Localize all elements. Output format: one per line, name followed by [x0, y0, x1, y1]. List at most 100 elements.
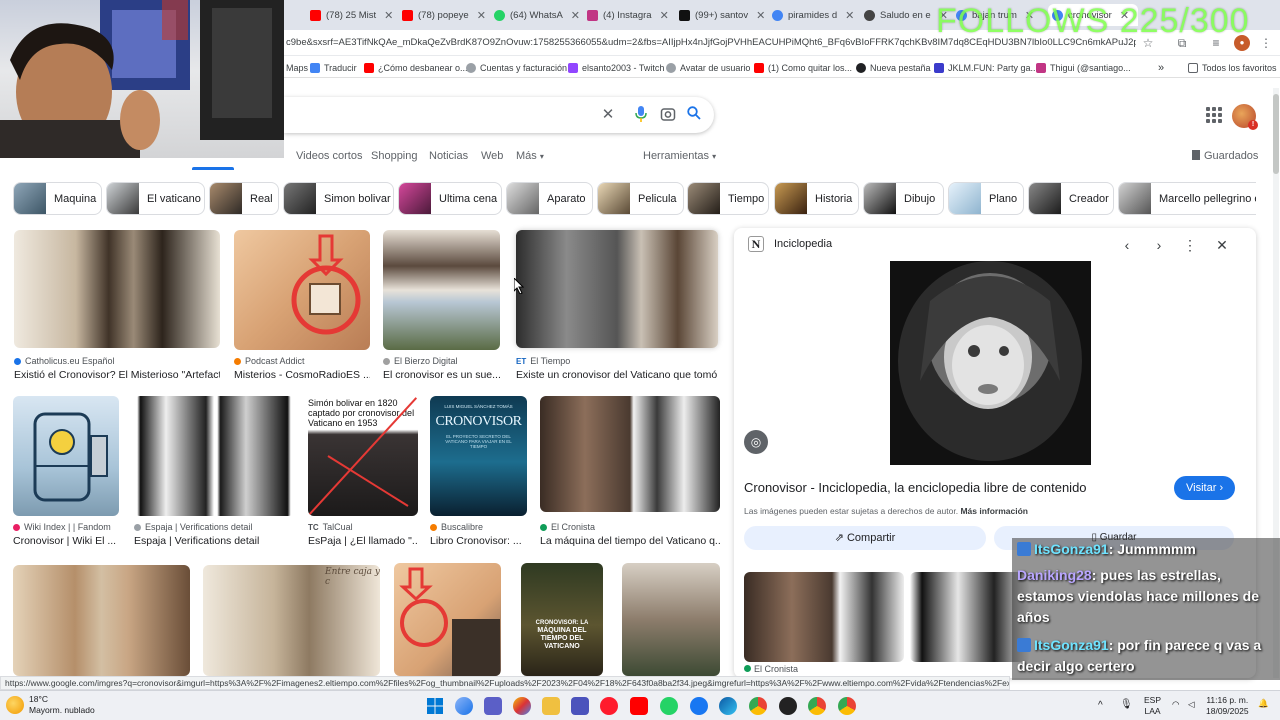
- scrollbar-thumb[interactable]: [1273, 94, 1279, 174]
- browser-tab[interactable]: (78) popeye ✕: [402, 4, 490, 26]
- search-taskbar-icon[interactable]: [455, 697, 473, 715]
- result-thumbnail[interactable]: [394, 563, 501, 676]
- filter-chip[interactable]: Creador: [1028, 182, 1114, 215]
- filter-chip[interactable]: Aparato: [506, 182, 593, 215]
- browser-tab[interactable]: (78) 25 Mist ✕: [310, 4, 398, 26]
- browser-tab[interactable]: piramides d ✕: [772, 4, 860, 26]
- tray-overflow-icon[interactable]: ^: [1098, 700, 1103, 711]
- result-thumbnail[interactable]: [540, 396, 720, 512]
- obs-icon[interactable]: [779, 697, 797, 715]
- image-result[interactable]: LUIS MIGUEL SÁNCHEZ TOMÁS CRONOVISOR EL …: [430, 396, 527, 547]
- result-thumbnail[interactable]: [622, 563, 720, 676]
- bookmark-item[interactable]: ¿Cómo desbanear o...: [364, 61, 468, 74]
- result-title[interactable]: Cronovisor | Wiki El ...: [13, 535, 119, 547]
- next-arrow-icon[interactable]: ›: [1150, 236, 1168, 254]
- clock[interactable]: 11:16 p. m. 18/09/2025: [1206, 695, 1249, 717]
- close-tab-icon[interactable]: ✕: [477, 9, 486, 22]
- image-result[interactable]: Entre caja y c: [203, 565, 380, 676]
- close-tab-icon[interactable]: ✕: [384, 9, 393, 22]
- filter-chip[interactable]: Ultima cena: [398, 182, 502, 215]
- image-result[interactable]: ET El Tiempo Existe un cronovisor del Vat…: [516, 230, 718, 381]
- image-result[interactable]: [622, 563, 720, 676]
- saved-button[interactable]: Guardados: [1192, 150, 1258, 162]
- facebook-icon[interactable]: [690, 697, 708, 715]
- opera-icon[interactable]: [600, 697, 618, 715]
- bookmark-item[interactable]: Cuentas y facturación: [466, 61, 567, 74]
- image-result[interactable]: El Bierzo Digital El cronovisor es un su…: [383, 230, 500, 381]
- tab-web[interactable]: Web: [481, 150, 503, 162]
- filter-chip[interactable]: Marcello pellegrino er: [1118, 182, 1256, 215]
- result-title[interactable]: EsPaja | ¿El llamado "...: [308, 535, 418, 547]
- image-result[interactable]: Simón bolivar en 1820 captado por cronov…: [308, 396, 418, 547]
- account-avatar[interactable]: !: [1232, 104, 1258, 130]
- whatsapp-icon[interactable]: [660, 697, 678, 715]
- result-thumbnail[interactable]: [13, 565, 190, 676]
- image-result[interactable]: Catholicus.eu Español Existió el Cronovi…: [14, 230, 220, 381]
- tab-short-videos[interactable]: Videos cortos: [296, 150, 362, 162]
- result-thumbnail[interactable]: [134, 396, 294, 516]
- search-input[interactable]: ✕: [284, 97, 714, 133]
- copilot-icon[interactable]: [513, 697, 531, 715]
- search-icon[interactable]: [685, 106, 703, 124]
- result-thumbnail[interactable]: [516, 230, 718, 348]
- preview-image[interactable]: [890, 261, 1091, 465]
- lens-camera-icon[interactable]: [659, 106, 677, 124]
- close-icon[interactable]: ✕: [1213, 236, 1231, 254]
- publisher-name[interactable]: Inciclopedia: [774, 238, 832, 250]
- tab-news[interactable]: Noticias: [429, 150, 468, 162]
- chrome-profile-icon[interactable]: [808, 697, 826, 715]
- clear-search-icon[interactable]: ✕: [599, 106, 617, 124]
- browser-tab[interactable]: (64) WhatsA ✕: [494, 4, 582, 26]
- result-title[interactable]: La máquina del tiempo del Vaticano q...: [540, 535, 720, 547]
- preview-title[interactable]: Cronovisor - Inciclopedia, la encicloped…: [744, 480, 1087, 495]
- documentary-thumbnail[interactable]: CRONOVISOR: LA MÁQUINA DEL TIEMPO DEL VA…: [521, 563, 603, 676]
- close-tab-icon[interactable]: ✕: [571, 9, 580, 22]
- notifications-bell-icon[interactable]: 🔔: [1258, 698, 1269, 709]
- youtube-icon[interactable]: [630, 697, 648, 715]
- share-button[interactable]: ⇗ Compartir: [744, 526, 986, 550]
- bookmark-item[interactable]: elsanto2003 - Twitch: [568, 61, 664, 74]
- tab-more[interactable]: Más ▾: [516, 150, 544, 162]
- close-tab-icon[interactable]: ✕: [845, 9, 854, 22]
- google-apps-icon[interactable]: [1206, 107, 1222, 123]
- file-explorer-icon[interactable]: [542, 697, 560, 715]
- windows-start-icon[interactable]: [426, 697, 444, 715]
- filter-chip[interactable]: Simon bolivar: [283, 182, 394, 215]
- result-thumbnail[interactable]: [383, 230, 500, 350]
- bookmark-item[interactable]: Maps: [286, 61, 308, 74]
- lens-search-icon[interactable]: ◎: [744, 430, 768, 454]
- close-tab-icon[interactable]: ✕: [756, 9, 765, 22]
- filter-chip[interactable]: Historia: [774, 182, 859, 215]
- menu-dots-icon[interactable]: ⋮: [1258, 35, 1274, 51]
- image-result[interactable]: Espaja | Verifications detail Espaja | V…: [134, 396, 294, 547]
- browser-tab[interactable]: (99+) santov ✕: [679, 4, 767, 26]
- language-indicator[interactable]: ESP LAA: [1144, 695, 1161, 717]
- close-tab-icon[interactable]: ✕: [660, 9, 669, 22]
- tools-button[interactable]: Herramientas ▾: [643, 150, 716, 162]
- book-cover-thumbnail[interactable]: LUIS MIGUEL SÁNCHEZ TOMÁS CRONOVISOR EL …: [430, 396, 527, 516]
- filter-chip[interactable]: Plano: [948, 182, 1024, 215]
- filter-chip[interactable]: Real: [209, 182, 279, 215]
- image-result[interactable]: CRONOVISOR: LA MÁQUINA DEL TIEMPO DEL VA…: [521, 563, 603, 676]
- result-thumbnail[interactable]: [14, 230, 220, 348]
- weather-widget[interactable]: 18°C Mayorm. nublado: [6, 694, 95, 716]
- bookmark-item[interactable]: JKLM.FUN: Party ga...: [934, 61, 1038, 74]
- filter-chip[interactable]: El vaticano: [106, 182, 205, 215]
- image-result[interactable]: El Cronista La máquina del tiempo del Va…: [540, 396, 720, 547]
- previous-arrow-icon[interactable]: ‹: [1118, 236, 1136, 254]
- result-thumbnail[interactable]: [234, 230, 370, 350]
- more-options-icon[interactable]: ⋮: [1181, 236, 1199, 254]
- bookmark-item[interactable]: Nueva pestaña: [856, 61, 931, 74]
- filter-chip[interactable]: Pelicula: [597, 182, 684, 215]
- visit-button[interactable]: Visitar ›: [1174, 476, 1236, 500]
- result-title[interactable]: Libro Cronovisor: ...: [430, 535, 527, 547]
- filter-chip[interactable]: Dibujo: [863, 182, 944, 215]
- wifi-icon[interactable]: ◠: [1172, 699, 1179, 710]
- result-title[interactable]: Misterios - CosmoRadioES ...: [234, 369, 370, 381]
- teams-icon[interactable]: [484, 697, 502, 715]
- browser-tab[interactable]: (4) Instagra ✕: [587, 4, 675, 26]
- tab-shopping[interactable]: Shopping: [371, 150, 418, 162]
- related-thumbnail[interactable]: [744, 572, 904, 662]
- bookmark-item[interactable]: Traducir: [310, 61, 357, 74]
- volume-icon[interactable]: ◁: [1188, 699, 1195, 710]
